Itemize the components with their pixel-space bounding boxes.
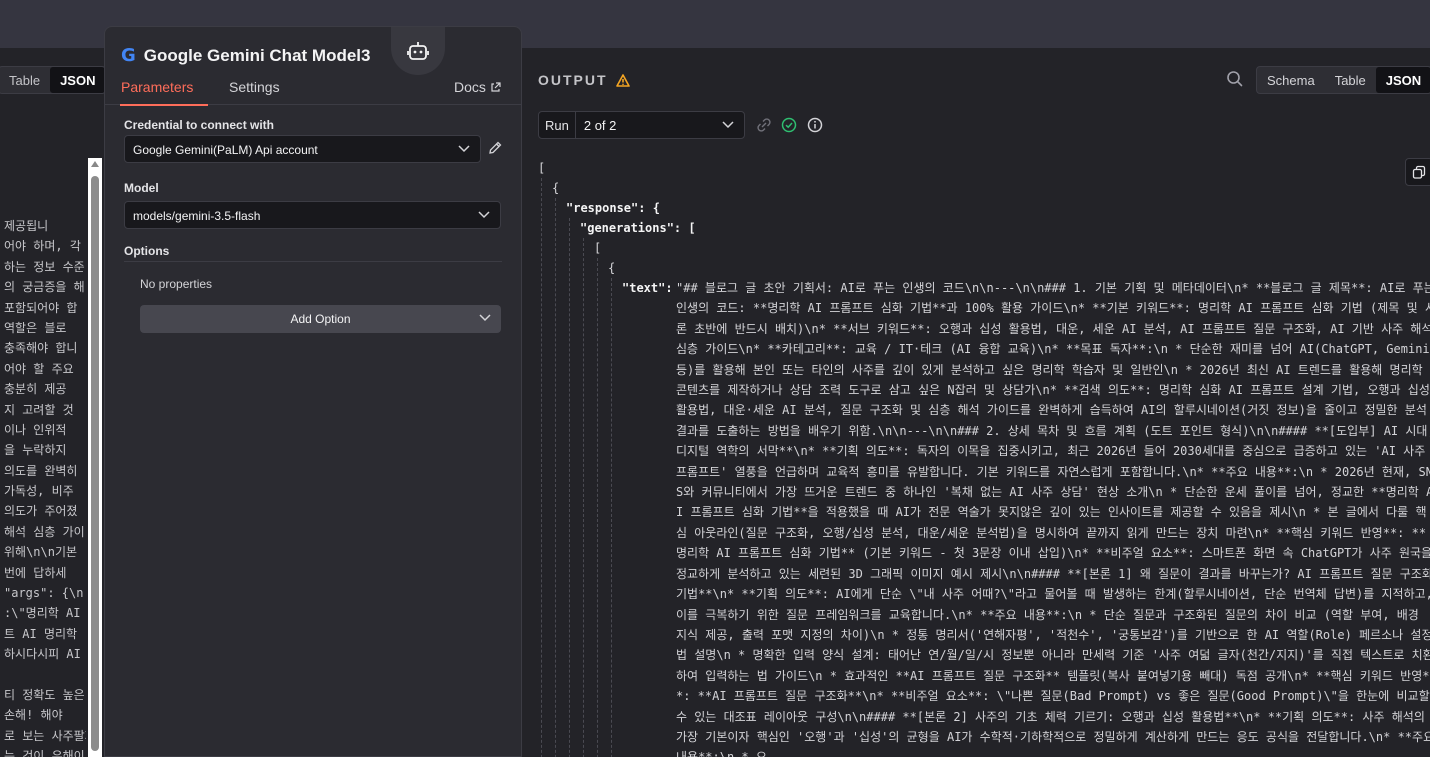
input-text-line: 손해! 해야: [4, 708, 63, 723]
add-option-button[interactable]: Add Option: [140, 305, 501, 333]
input-text-line: 충족해야 합니: [4, 341, 78, 356]
output-view-toggle: Schema Table JSON: [1256, 66, 1430, 94]
input-json-text: 제공됩니어야 하며, 각하는 정보 수준의 궁금증을 해포함되어야 합역할은 블…: [4, 216, 86, 757]
json-guide: [611, 278, 612, 757]
json-key-text: "text":: [622, 281, 673, 295]
input-text-line: 이나 인위적: [4, 422, 67, 437]
input-text-line: 의도를 완벽히: [4, 463, 78, 478]
warning-icon: [615, 73, 630, 87]
json-guide: [597, 258, 598, 757]
search-icon[interactable]: [1226, 70, 1244, 88]
input-text-line: 제공됩니: [4, 219, 49, 233]
model-select[interactable]: models/gemini-3.5-flash: [124, 201, 501, 229]
docs-label: Docs: [454, 79, 486, 95]
input-text-line: 의도가 주어졌: [4, 504, 78, 519]
options-divider: [124, 261, 502, 262]
credential-value: Google Gemini(PaLM) Api account: [133, 143, 318, 157]
input-text-line: 역할은 블로: [4, 320, 67, 335]
input-text-line: 번에 답하세: [4, 565, 67, 580]
input-text-line: 위해\n\n기본: [4, 545, 78, 560]
output-view-json[interactable]: JSON: [1375, 67, 1430, 93]
input-text-line: "args": {\n: [4, 586, 84, 601]
options-label: Options: [124, 244, 170, 258]
run-selector-row: Run 2 of 2: [538, 111, 823, 139]
copy-button[interactable]: [1405, 158, 1430, 186]
input-panel: Table JSON 제공됩니어야 하며, 각하는 정보 수준의 궁금증을 해포…: [0, 48, 104, 757]
input-text-line: 어야 하며, 각: [4, 239, 81, 254]
json-inner-brace: {: [608, 261, 616, 275]
input-text-line: 하는 정보 수준: [4, 259, 85, 274]
input-text-line: [4, 665, 86, 685]
input-text-line: 해석 심층 가이: [4, 524, 85, 539]
json-key-generations: "generations": [: [580, 221, 696, 235]
credential-label: Credential to connect with: [124, 118, 275, 132]
output-panel: OUTPUT Schema Table JSON Run 2 of 2 [{…: [522, 48, 1430, 757]
output-title: OUTPUT: [538, 72, 630, 88]
chevron-down-icon: [722, 121, 734, 129]
success-check-icon: [781, 117, 797, 133]
node-parameter-panel: G Google Gemini Chat Model3 Parameters S…: [104, 26, 522, 757]
chevron-down-icon: [479, 314, 491, 322]
output-view-table[interactable]: Table: [1325, 67, 1376, 93]
chevron-down-icon: [458, 145, 470, 153]
node-title[interactable]: Google Gemini Chat Model3: [144, 46, 371, 66]
json-key-response: "response": {: [566, 201, 660, 215]
tab-settings[interactable]: Settings: [229, 79, 280, 104]
input-text-line: 하시다시피 AI: [4, 647, 81, 662]
input-view-table[interactable]: Table: [0, 67, 50, 93]
no-properties-text: No properties: [140, 277, 213, 291]
tab-parameters[interactable]: Parameters: [120, 79, 209, 106]
input-text-line: 을 누락하지: [4, 443, 67, 458]
input-text-line: 티 정확도 높은: [4, 687, 85, 702]
json-text-entry: "text": "## 블로그 글 초안 기획서: AI로 푸는 인생의 코드\…: [622, 278, 1430, 757]
json-open-bracket: [: [538, 161, 546, 175]
node-tabs: Parameters Settings Docs: [105, 73, 521, 106]
run-selector[interactable]: Run 2 of 2: [538, 111, 745, 139]
input-text-line: :\"명리학 AI: [4, 606, 81, 621]
run-select-value[interactable]: 2 of 2: [576, 112, 744, 138]
json-open-brace: {: [552, 181, 560, 195]
json-guide: [583, 238, 584, 757]
input-text-line: 로 보는 사주팔자: [4, 728, 86, 743]
scroll-up-arrow-icon[interactable]: [91, 161, 99, 167]
node-title-row: G Google Gemini Chat Model3: [121, 45, 370, 66]
input-text-line: 의 궁금증을 해: [4, 280, 85, 295]
info-icon[interactable]: [807, 117, 823, 133]
json-guide: [555, 198, 556, 757]
input-text-line: 어야 할 주요: [4, 361, 74, 376]
model-label: Model: [124, 181, 159, 195]
node-robot-badge: [391, 27, 445, 75]
json-guide: [569, 218, 570, 757]
output-view-schema[interactable]: Schema: [1257, 67, 1325, 93]
model-value: models/gemini-3.5-flash: [133, 209, 261, 223]
input-scrollbar-thumb[interactable]: [91, 176, 99, 751]
robot-icon: [407, 42, 429, 60]
copy-icon: [1412, 165, 1426, 179]
input-scrollbar[interactable]: [88, 158, 102, 757]
run-status-icons: [757, 117, 823, 133]
input-text-line: 는 것이 유해이: [4, 749, 85, 757]
credential-select[interactable]: Google Gemini(PaLM) Api account: [124, 135, 481, 163]
input-text-line: 충분히 제공: [4, 382, 67, 397]
google-logo-icon: G: [121, 45, 136, 66]
link-runs-icon[interactable]: [757, 118, 771, 132]
edit-credential-icon[interactable]: [488, 141, 502, 155]
input-view-json[interactable]: JSON: [50, 67, 104, 93]
add-option-label: Add Option: [290, 312, 351, 326]
json-inner-bracket: [: [594, 241, 602, 255]
output-title-text: OUTPUT: [538, 72, 608, 88]
json-guide: [541, 178, 542, 757]
docs-link[interactable]: Docs: [454, 79, 501, 104]
json-text-value: "## 블로그 글 초안 기획서: AI로 푸는 인생의 코드\n\n---\n…: [676, 281, 1430, 757]
input-text-line: 포함되어야 합: [4, 300, 78, 315]
run-label: Run: [539, 112, 576, 138]
run-value-text: 2 of 2: [583, 118, 617, 133]
input-text-line: 트 AI 명리학: [4, 626, 78, 641]
input-text-line: 가독성, 비주: [4, 484, 74, 499]
external-link-icon: [491, 81, 501, 92]
input-text-line: 지 고려할 것: [4, 402, 74, 417]
chevron-down-icon: [478, 211, 490, 219]
input-view-toggle: Table JSON: [0, 66, 104, 94]
